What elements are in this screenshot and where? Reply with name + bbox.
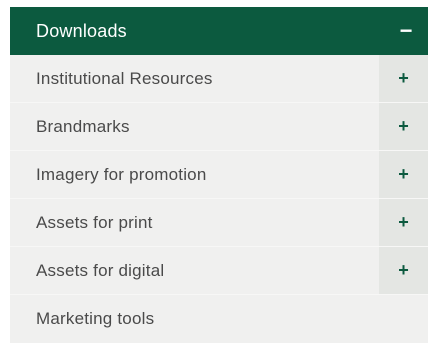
expand-icon[interactable]: + [379, 151, 428, 198]
list-item-label: Assets for print [36, 212, 153, 232]
expand-icon[interactable]: + [379, 55, 428, 102]
list-item-label: Brandmarks [36, 116, 130, 136]
list-item-assets-for-print[interactable]: Assets for print + [10, 199, 428, 247]
list-item-marketing-tools[interactable]: Marketing tools [10, 295, 428, 343]
list-item-assets-for-digital[interactable]: Assets for digital + [10, 247, 428, 295]
list-item-institutional-resources[interactable]: Institutional Resources + [10, 55, 428, 103]
downloads-title: Downloads [36, 20, 127, 41]
collapse-icon[interactable]: − [384, 7, 428, 55]
downloads-header[interactable]: Downloads − [10, 7, 428, 55]
list-item-label: Assets for digital [36, 260, 165, 280]
list-item-label: Imagery for promotion [36, 164, 207, 184]
list-item-brandmarks[interactable]: Brandmarks + [10, 103, 428, 151]
expand-icon[interactable]: + [379, 247, 428, 294]
list-item-label: Marketing tools [36, 309, 155, 328]
list-item-label: Institutional Resources [36, 68, 213, 88]
list-item-imagery-for-promotion[interactable]: Imagery for promotion + [10, 151, 428, 199]
expand-icon[interactable]: + [379, 199, 428, 246]
downloads-accordion: Downloads − Institutional Resources + Br… [10, 7, 428, 343]
expand-icon[interactable]: + [379, 103, 428, 150]
downloads-list: Institutional Resources + Brandmarks + I… [10, 55, 428, 343]
